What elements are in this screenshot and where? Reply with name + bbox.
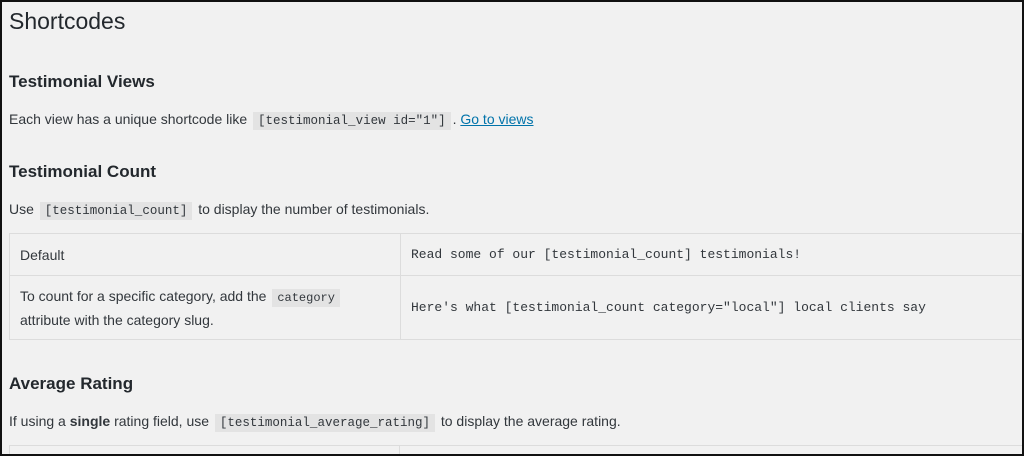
count-text-before: Use [9, 201, 34, 217]
rating-table-partial [9, 445, 1022, 454]
window-frame: Shortcodes Testimonial Views Each view h… [0, 0, 1024, 456]
row2-label-after: attribute with the category slug. [20, 311, 214, 328]
page-title: Shortcodes [9, 8, 126, 34]
go-to-views-link[interactable]: Go to views [460, 111, 533, 127]
views-text-after: . [452, 111, 457, 127]
rating-shortcode: [testimonial_average_rating] [214, 414, 435, 432]
table-row: Default Read some of our [testimonial_co… [9, 233, 1022, 276]
table-cell-example: Read some of our [testimonial_count] tes… [400, 233, 1022, 276]
views-heading: Testimonial Views [9, 72, 155, 91]
column-divider [399, 446, 400, 454]
count-shortcode: [testimonial_count] [39, 202, 193, 220]
table-cell-label: To count for a specific category, add th… [9, 275, 401, 340]
count-examples-table: Default Read some of our [testimonial_co… [9, 233, 1022, 340]
rating-text-before: If using a [9, 413, 66, 429]
row1-label: Default [20, 246, 65, 263]
rating-text-mid: rating field, use [114, 413, 210, 429]
views-text-before: Each view has a unique shortcode like [9, 111, 248, 127]
count-text-after: to display the number of testimonials. [198, 201, 430, 217]
count-heading: Testimonial Count [9, 162, 157, 181]
row2-category-code: category [272, 288, 340, 307]
rating-text-bold: single [69, 413, 111, 429]
rating-text-after: to display the average rating. [440, 413, 621, 429]
row1-example: Read some of our [testimonial_count] tes… [411, 247, 802, 262]
table-cell-example: Here's what [testimonial_count category=… [400, 275, 1022, 340]
views-shortcode: [testimonial_view id="1"] [253, 112, 451, 130]
count-description: Use [testimonial_count] to display the n… [9, 199, 429, 221]
row2-example: Here's what [testimonial_count category=… [411, 300, 926, 315]
rating-description: If using a single rating field, use [tes… [9, 411, 621, 433]
row2-label-before: To count for a specific category, add th… [20, 287, 267, 304]
table-row: To count for a specific category, add th… [9, 275, 1022, 340]
rating-heading: Average Rating [9, 374, 134, 393]
views-description: Each view has a unique shortcode like [t… [9, 109, 534, 131]
table-cell-label: Default [9, 233, 401, 276]
